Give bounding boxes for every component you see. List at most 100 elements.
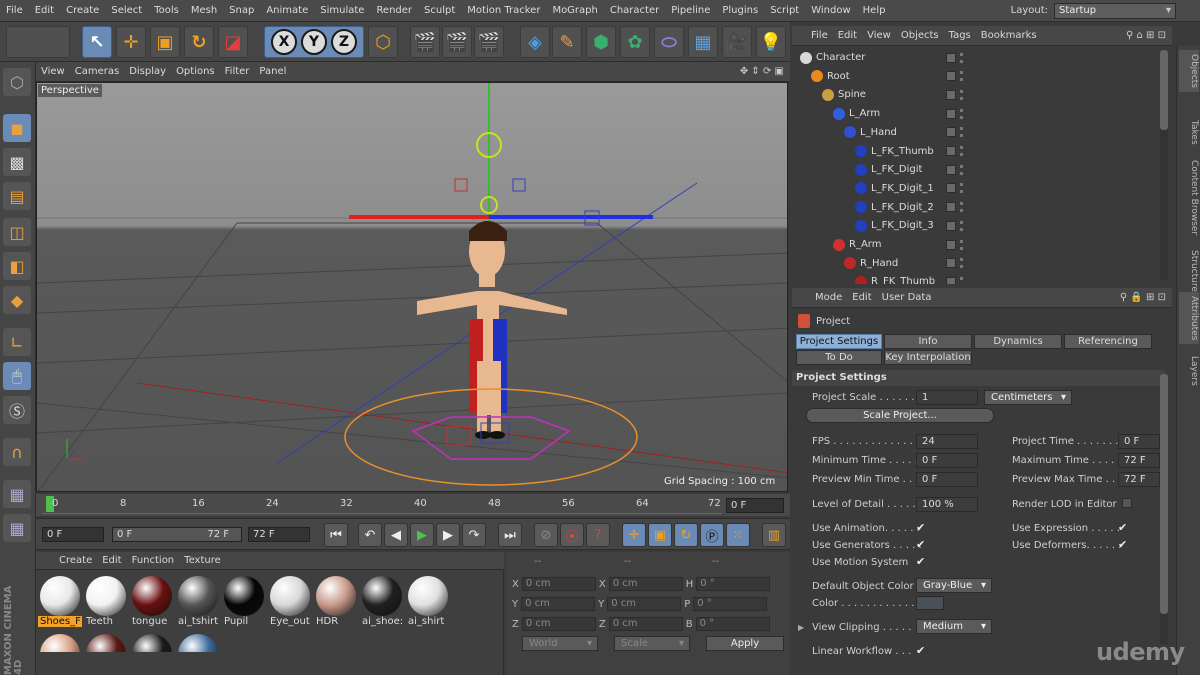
perspective-viewport[interactable] <box>36 82 788 492</box>
menu-select[interactable]: Select <box>105 0 148 22</box>
object-tree-row[interactable]: Character <box>792 48 1172 67</box>
use-expression-checkbox[interactable]: ✔ <box>1118 521 1127 534</box>
object-tree-row[interactable]: Root <box>792 67 1172 86</box>
apply-button[interactable]: Apply <box>706 636 784 651</box>
use-generators-checkbox[interactable]: ✔ <box>916 538 925 551</box>
editor-render-dots[interactable] <box>960 183 963 194</box>
record-parameter-button[interactable]: Ⓟ <box>700 523 724 547</box>
render-settings-button[interactable]: 🎬 <box>474 26 504 58</box>
material-swatch[interactable]: ai_tshirt <box>176 574 220 630</box>
visibility-toggle[interactable] <box>946 52 956 63</box>
go-to-end-button[interactable]: ⏭ <box>498 523 522 547</box>
current-frame-field[interactable]: 0 F <box>726 498 784 513</box>
use-motion-system-checkbox[interactable]: ✔ <box>916 555 925 568</box>
tab-dynamics[interactable]: Dynamics <box>974 334 1062 349</box>
project-scale-unit-select[interactable]: Centimeters <box>984 390 1072 405</box>
locked-workplane-button[interactable]: ▦ <box>3 514 31 542</box>
object-tree-row[interactable]: R_Hand <box>792 254 1172 273</box>
material-swatch[interactable]: Teeth <box>84 574 128 630</box>
texture-mode-button[interactable]: ▩ <box>3 148 31 176</box>
material-swatch[interactable]: Pupil <box>222 574 266 630</box>
end-frame-field[interactable]: 72 F <box>248 527 310 542</box>
autokey-button[interactable]: ⦿ <box>560 523 584 547</box>
material-swatch[interactable]: ai_shirt <box>406 574 450 630</box>
position-z-field[interactable]: 0 cm <box>521 617 596 631</box>
model-mode-button[interactable]: ◼ <box>3 114 31 142</box>
visibility-toggle[interactable] <box>946 258 956 269</box>
recent-tool-button[interactable]: ◪ <box>218 26 248 58</box>
visibility-toggle[interactable] <box>946 146 956 156</box>
enable-snap-button[interactable]: ∩ <box>3 438 31 466</box>
size-z-field[interactable]: 0 cm <box>608 617 683 631</box>
editor-render-dots[interactable] <box>960 276 963 284</box>
cube-object-button[interactable]: ◈ <box>520 26 550 58</box>
level-of-detail-field[interactable]: 100 % <box>916 497 978 512</box>
go-to-start-button[interactable]: ⏮ <box>324 523 348 547</box>
visibility-toggle[interactable] <box>946 220 956 231</box>
expand-arrow-icon[interactable]: ▶ <box>798 623 804 632</box>
objects-menu-objects[interactable]: Objects <box>896 26 944 46</box>
menu-sculpt[interactable]: Sculpt <box>418 0 461 22</box>
material-menu-texture[interactable]: Texture <box>179 552 226 570</box>
menu-snap[interactable]: Snap <box>223 0 260 22</box>
light-button[interactable]: 💡 <box>756 26 786 58</box>
edges-mode-button[interactable]: ◧ <box>3 252 31 280</box>
rotation-b-field[interactable]: 0 ° <box>695 617 770 631</box>
render-view-button[interactable]: 🎬 <box>410 26 440 58</box>
menu-plugins[interactable]: Plugins <box>716 0 764 22</box>
material-swatch[interactable] <box>176 632 220 652</box>
tweak-mode-button[interactable]: 🖱 <box>3 362 31 390</box>
next-key-button[interactable]: ↷ <box>462 523 486 547</box>
side-tab-content-browser[interactable]: Content Browser <box>1179 156 1199 239</box>
maximum-time-field[interactable]: 72 F <box>1118 453 1160 468</box>
snap-button[interactable]: Ⓢ <box>3 396 31 424</box>
tab-referencing[interactable]: Referencing <box>1064 334 1152 349</box>
move-tool-button[interactable]: ✛ <box>116 26 146 58</box>
y-axis-button[interactable]: Y <box>301 29 327 55</box>
objects-menu-view[interactable]: View <box>862 26 896 46</box>
viewport-menu-display[interactable]: Display <box>124 62 171 82</box>
rotation-p-field[interactable]: 0 ° <box>693 597 768 611</box>
menu-mograph[interactable]: MoGraph <box>546 0 603 22</box>
use-deformers-checkbox[interactable]: ✔ <box>1118 538 1127 551</box>
object-tree-row[interactable]: L_FK_Digit <box>792 160 1172 179</box>
tab-to-do[interactable]: To Do <box>796 350 882 365</box>
side-tab-layers[interactable]: Layers <box>1179 352 1199 390</box>
object-tree-row[interactable]: L_FK_Digit_1 <box>792 179 1172 198</box>
rotate-tool-button[interactable]: ↻ <box>184 26 214 58</box>
linear-workflow-checkbox[interactable]: ✔ <box>916 644 925 657</box>
coordinate-system-button[interactable]: ⬡ <box>368 26 398 58</box>
preview-max-time-field[interactable]: 72 F <box>1118 472 1160 487</box>
start-frame-field[interactable]: 0 F <box>42 527 104 542</box>
camera-button[interactable]: 🎥 <box>722 26 752 58</box>
scale-project-button[interactable]: Scale Project... <box>806 408 994 423</box>
visibility-toggle[interactable] <box>946 164 956 175</box>
material-swatch[interactable]: ai_shoe: <box>360 574 404 630</box>
editor-render-dots[interactable] <box>960 220 963 231</box>
menu-file[interactable]: File <box>0 0 29 22</box>
record-scale-button[interactable]: ▣ <box>648 523 672 547</box>
position-y-field[interactable]: 0 cm <box>521 597 596 611</box>
side-tab-structure[interactable]: Structure <box>1179 246 1199 296</box>
viewport-nav-icons[interactable]: ✥ ⇕ ⟳ ▣ <box>740 62 784 82</box>
tab-project-settings[interactable]: Project Settings <box>796 334 882 349</box>
object-tree-row[interactable]: Spine <box>792 85 1172 104</box>
visibility-toggle[interactable] <box>946 183 956 194</box>
render-lod-checkbox[interactable] <box>1122 498 1132 508</box>
project-scale-field[interactable]: 1 <box>916 390 978 405</box>
editor-render-dots[interactable] <box>960 52 963 63</box>
objects-scrollbar[interactable] <box>1160 50 1168 280</box>
attributes-menu-edit[interactable]: Edit <box>847 288 876 308</box>
viewport-menu-cameras[interactable]: Cameras <box>70 62 124 82</box>
objects-menu-bookmarks[interactable]: Bookmarks <box>976 26 1042 46</box>
visibility-toggle[interactable] <box>946 127 956 138</box>
polygons-mode-button[interactable]: ◆ <box>3 286 31 314</box>
x-axis-button[interactable]: X <box>271 29 297 55</box>
menu-animate[interactable]: Animate <box>260 0 314 22</box>
visibility-toggle[interactable] <box>946 108 956 119</box>
attributes-scrollbar-thumb[interactable] <box>1160 374 1168 614</box>
size-y-field[interactable]: 0 cm <box>607 597 682 611</box>
play-button[interactable]: ▶ <box>410 523 434 547</box>
coordinate-space-select[interactable]: World <box>522 636 598 651</box>
axis-mode-button[interactable]: ∟ <box>3 328 31 356</box>
